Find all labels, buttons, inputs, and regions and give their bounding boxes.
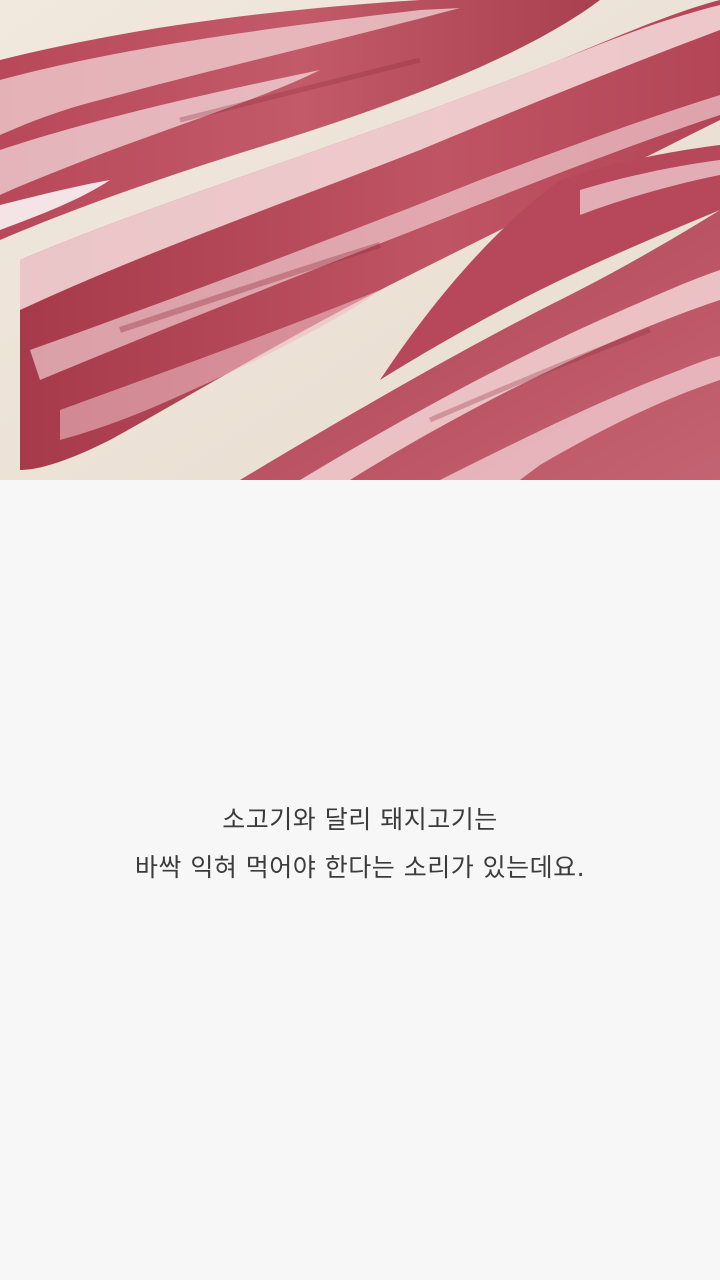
- pork-belly-photo: [0, 0, 720, 480]
- caption-line-1: 소고기와 달리 돼지고기는: [222, 805, 498, 834]
- pork-belly-image-drawing: [0, 0, 720, 480]
- caption-text: 소고기와 달리 돼지고기는 바싹 익혀 먹어야 한다는 소리가 있는데요.: [0, 796, 720, 892]
- content-card: 소고기와 달리 돼지고기는 바싹 익혀 먹어야 한다는 소리가 있는데요.: [0, 0, 720, 1280]
- caption-line-2: 바싹 익혀 먹어야 한다는 소리가 있는데요.: [134, 853, 586, 882]
